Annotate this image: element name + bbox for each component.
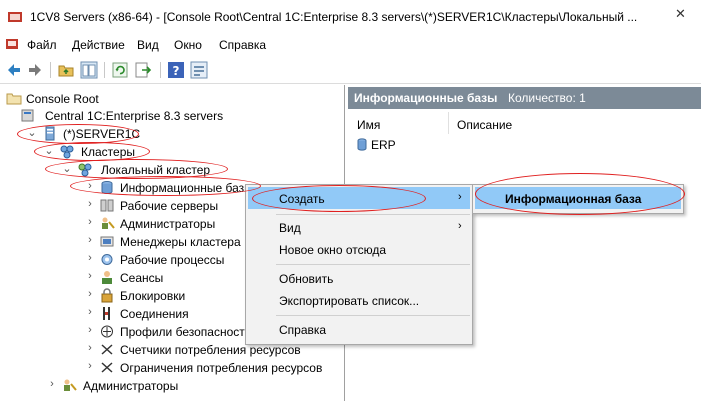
- back-arrow-icon[interactable]: [5, 61, 23, 79]
- tree-label: Сеансы: [120, 271, 164, 285]
- console-icon[interactable]: [5, 37, 19, 51]
- chevron-right-icon[interactable]: ›: [84, 306, 96, 318]
- chevron-down-icon[interactable]: ⌄: [43, 144, 55, 157]
- tree-label: Ограничения потребления ресурсов: [120, 361, 323, 375]
- chevron-right-icon[interactable]: ›: [84, 198, 96, 210]
- column-header-name[interactable]: Имя: [357, 118, 380, 132]
- work-processes-icon: [101, 254, 113, 265]
- export-list-icon[interactable]: [134, 61, 152, 79]
- connections-icon: [103, 307, 110, 320]
- database-icon: [357, 138, 367, 151]
- menu-separator: [276, 315, 470, 316]
- chevron-right-icon: ›: [458, 220, 462, 232]
- menu-separator: [276, 264, 470, 265]
- menu-action[interactable]: Действие: [72, 38, 125, 52]
- menu-item-export-list[interactable]: Экспортировать список...: [248, 289, 470, 311]
- context-menu: Создать › Вид › Новое окно отсюда Обнови…: [245, 184, 473, 345]
- chevron-right-icon: ›: [458, 191, 462, 203]
- menu-file[interactable]: Файл: [27, 38, 57, 52]
- tree-label: Рабочие процессы: [120, 253, 225, 267]
- column-divider[interactable]: [448, 112, 449, 134]
- folder-icon: [6, 93, 22, 105]
- tree-label: Локальный кластер: [101, 163, 211, 177]
- cluster-managers-icon: [100, 236, 114, 247]
- up-folder-icon[interactable]: [57, 61, 75, 79]
- chevron-right-icon[interactable]: ›: [84, 270, 96, 282]
- tree-label: Рабочие серверы: [120, 199, 219, 213]
- tree-label: (*)SERVER1C: [63, 127, 141, 141]
- tree-label: Central 1C:Enterprise 8.3 servers: [45, 109, 224, 123]
- chevron-down-icon[interactable]: ⌄: [61, 162, 73, 175]
- tree-label: Блокировки: [120, 289, 186, 303]
- administrators-icon: [102, 217, 115, 229]
- menu-item-view[interactable]: Вид ›: [248, 216, 470, 238]
- resource-limit-icon: [101, 362, 113, 373]
- app-icon: [8, 12, 22, 22]
- clusters-icon: [60, 145, 74, 159]
- menu-separator: [276, 214, 470, 215]
- window-title: 1CV8 Servers (x86-64) - [Console Root\Ce…: [30, 10, 638, 24]
- menu-item-create[interactable]: Создать ›: [248, 187, 470, 209]
- menu-window[interactable]: Окно: [174, 38, 202, 52]
- server-list-icon: [21, 109, 34, 122]
- column-header-description[interactable]: Описание: [457, 118, 512, 132]
- tree-label: Администраторы: [120, 217, 216, 231]
- results-header: Информационные базы Количество: 1: [348, 87, 701, 109]
- show-hide-tree-icon[interactable]: [80, 61, 98, 79]
- chevron-right-icon[interactable]: ›: [84, 234, 96, 246]
- tree-label: Счетчики потребления ресурсов: [120, 343, 301, 357]
- tree-label: Соединения: [120, 307, 189, 321]
- tree-label: Console Root: [26, 92, 99, 106]
- tree-label: Профили безопасности: [120, 325, 252, 339]
- security-profile-icon: [101, 325, 113, 338]
- help-icon[interactable]: ?: [167, 61, 185, 79]
- menu-item-new-window[interactable]: Новое окно отсюда: [248, 238, 470, 260]
- close-icon[interactable]: ✕: [675, 6, 686, 22]
- administrators-icon: [64, 379, 77, 391]
- results-count: Количество: 1: [508, 91, 586, 105]
- chevron-right-icon[interactable]: ›: [84, 342, 96, 354]
- properties-icon[interactable]: [190, 61, 208, 79]
- menu-help[interactable]: Справка: [219, 38, 266, 52]
- database-icon: [101, 181, 113, 194]
- forward-arrow-icon[interactable]: [26, 61, 44, 79]
- chevron-right-icon[interactable]: ›: [84, 324, 96, 336]
- results-title: Информационные базы: [354, 91, 498, 105]
- chevron-right-icon[interactable]: ›: [84, 288, 96, 300]
- chevron-right-icon[interactable]: ›: [84, 180, 96, 192]
- chevron-right-icon[interactable]: ›: [46, 378, 58, 390]
- tree-label: Менеджеры кластера: [120, 235, 241, 249]
- resource-counter-icon: [101, 344, 113, 355]
- cluster-icon: [78, 163, 92, 177]
- menu-view[interactable]: Вид: [137, 38, 159, 52]
- refresh-icon[interactable]: [111, 61, 129, 79]
- tree-node-infobases[interactable]: › Информационные базы: [84, 179, 253, 197]
- menu-item-refresh[interactable]: Обновить: [248, 267, 470, 289]
- sessions-icon: [102, 271, 112, 284]
- title-bar: 1CV8 Servers (x86-64) - [Console Root\Ce…: [0, 0, 701, 34]
- chevron-right-icon[interactable]: ›: [84, 252, 96, 264]
- chevron-right-icon[interactable]: ›: [84, 216, 96, 228]
- tree-label: Кластеры: [81, 145, 135, 159]
- menu-bar: Файл Действие Вид Окно Справка: [0, 34, 701, 56]
- menu-item-infobase[interactable]: Информационная база: [475, 187, 681, 209]
- lock-icon: [101, 288, 113, 303]
- toolbar: ?: [0, 57, 701, 84]
- chevron-down-icon[interactable]: ⌄: [26, 126, 38, 139]
- svg-text:?: ?: [173, 64, 180, 78]
- server-icon: [45, 126, 55, 141]
- infobase-name: ERP: [371, 138, 396, 152]
- chevron-right-icon[interactable]: ›: [84, 360, 96, 372]
- tree-label: Информационные базы: [120, 181, 253, 195]
- tree-label: Администраторы: [83, 379, 179, 393]
- work-servers-icon: [100, 199, 114, 212]
- create-submenu: Информационная база: [472, 184, 684, 214]
- menu-item-help[interactable]: Справка: [248, 318, 470, 340]
